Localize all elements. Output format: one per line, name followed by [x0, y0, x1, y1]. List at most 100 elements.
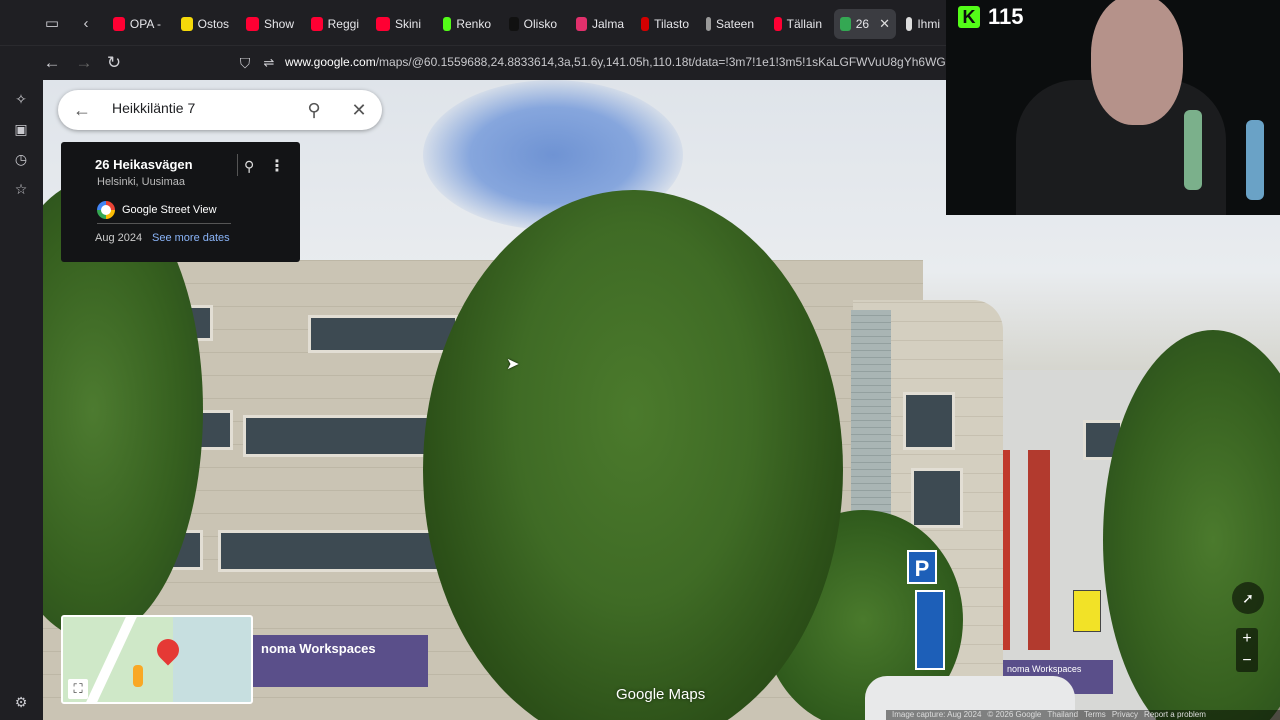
maps-search-box: ← ⚲ ✕	[58, 90, 382, 130]
tab-label: Ostos	[197, 17, 229, 31]
youtube-icon	[246, 17, 259, 31]
settings-gear-icon[interactable]: ⚙	[10, 691, 32, 713]
tab-label: Reggi	[327, 17, 359, 31]
tab-label: Ihmi	[917, 17, 940, 31]
zoom-controls: + −	[1236, 628, 1258, 672]
youtube-icon	[311, 17, 323, 31]
search-input[interactable]	[112, 100, 292, 116]
aria-ai-icon[interactable]: ✧	[10, 88, 32, 110]
tiktok-icon	[509, 17, 519, 31]
il-icon	[641, 17, 650, 31]
webcam-overlay	[946, 0, 1280, 215]
browser-tab[interactable]: Reggi	[305, 9, 365, 39]
window	[911, 468, 963, 528]
browser-tab[interactable]: Renko	[437, 9, 497, 39]
wallet-icon[interactable]: ▣	[10, 118, 32, 140]
window	[903, 392, 955, 450]
back-arrow-icon[interactable]: ←	[70, 98, 94, 122]
tabs-scroll-left-icon[interactable]: ‹	[74, 12, 98, 36]
more-options-icon[interactable]: ⋮	[269, 156, 285, 176]
tab-label: 26	[855, 17, 870, 31]
zoom-in-button[interactable]: +	[1236, 628, 1258, 650]
footer-item[interactable]: Privacy	[1112, 710, 1138, 719]
building-banner: noma Workspaces	[253, 635, 428, 687]
tab-label: OPA -	[129, 17, 161, 31]
site-security-icon[interactable]: ⛉	[233, 51, 257, 75]
google-maps-logo: Google Maps	[616, 686, 706, 703]
bookmarks-icon[interactable]: ☆	[10, 178, 32, 200]
reload-icon[interactable]: ↻	[102, 51, 126, 75]
map-footer: Image capture: Aug 2024 © 2026 Google Thai…	[886, 710, 1280, 720]
instagram-icon	[576, 17, 587, 31]
parking-sign: P	[907, 550, 937, 584]
browser-tab[interactable]: 26 ✕	[834, 9, 896, 39]
kick-logo-icon: K	[958, 6, 980, 28]
youtube-icon	[774, 17, 782, 31]
lightning-icon	[181, 17, 193, 31]
footer-item: © 2026 Google	[987, 710, 1042, 719]
building-facade-red	[1028, 450, 1050, 650]
kick-icon	[443, 17, 452, 31]
tab-label: Tällain	[786, 17, 822, 31]
browser-tab[interactable]: Tilasto	[635, 9, 695, 39]
yellow-sign	[1073, 590, 1101, 632]
leaf-icon	[706, 17, 711, 31]
globe-icon	[906, 17, 913, 31]
parking-info-sign	[915, 590, 945, 670]
site-settings-icon[interactable]: ⇌	[257, 51, 281, 75]
browser-sidebar: ✧ ▣ ◷ ☆ ⚙	[0, 46, 43, 720]
expand-map-icon[interactable]: ⛶	[68, 679, 88, 699]
close-tab-icon[interactable]: ✕	[879, 16, 890, 32]
street-view-source: Google Street View	[97, 196, 231, 224]
see-more-dates-link[interactable]: See more dates	[152, 232, 230, 244]
back-icon[interactable]: ←	[40, 51, 64, 75]
footer-item: Image capture: Aug 2024	[892, 710, 982, 719]
footer-item[interactable]: Report a problem	[1144, 710, 1206, 719]
address-bar: ▤ ← → ↻ ⛉ ⇌ www.google.com/maps/@60.1559…	[0, 46, 946, 80]
compass-icon[interactable]: ➚	[1232, 582, 1264, 614]
footer-item[interactable]: Thailand	[1047, 710, 1078, 719]
history-icon[interactable]: ◷	[10, 148, 32, 170]
tab-label: Sateen	[715, 17, 754, 31]
close-icon[interactable]: ✕	[347, 98, 371, 122]
browser-tab[interactable]: Jalma	[570, 9, 630, 39]
window	[308, 315, 458, 353]
capture-date: Aug 2024	[95, 232, 143, 244]
bottle	[1184, 110, 1202, 190]
browser-tab[interactable]: Olisko	[503, 9, 563, 39]
place-title: 26 Heikasvägen	[95, 157, 193, 172]
tree	[423, 190, 843, 720]
google-logo-icon	[97, 200, 115, 219]
browser-tab[interactable]: Skini	[370, 9, 430, 39]
viewer-count: 115	[988, 4, 1024, 29]
url-field[interactable]: www.google.com/maps/@60.1559688,24.88336…	[285, 55, 945, 69]
street-view-info-card: 26 Heikasvägen Helsinki, Uusimaa ⚲ ⋮ Goo…	[61, 142, 300, 262]
streamer-head	[1091, 0, 1183, 125]
place-subtitle: Helsinki, Uusimaa	[97, 176, 186, 188]
browser-tab[interactable]: Sateen	[700, 9, 760, 39]
youtube-icon	[376, 17, 390, 31]
divider	[237, 154, 238, 176]
tab-overview-icon[interactable]: ▭	[40, 12, 64, 36]
zoom-out-button[interactable]: −	[1236, 650, 1258, 672]
tab-label: Renko	[456, 17, 491, 31]
forward-icon[interactable]: →	[72, 51, 96, 75]
viewer-count-badge: K 115	[958, 4, 1024, 30]
tab-label: Show	[263, 17, 294, 31]
tab-label: Skini	[395, 17, 422, 31]
browser-tab[interactable]: OPA -	[107, 9, 167, 39]
search-icon[interactable]: ⚲	[302, 98, 326, 122]
tab-label: Olisko	[523, 17, 557, 31]
tab-label: Jalma	[591, 17, 624, 31]
browser-tab[interactable]: Tällain	[768, 9, 828, 39]
tab-label: Tilasto	[654, 17, 689, 31]
browser-tab[interactable]: Ihmi	[900, 9, 946, 39]
browser-tab[interactable]: Show	[240, 9, 300, 39]
bottle	[1246, 120, 1264, 200]
browser-tab[interactable]: Ostos	[175, 9, 235, 39]
maps-icon	[840, 17, 851, 31]
pegman-icon[interactable]	[133, 665, 143, 687]
footer-item[interactable]: Terms	[1084, 710, 1106, 719]
location-pin-icon[interactable]: ⚲	[244, 158, 258, 174]
minimap[interactable]: ⛶	[61, 615, 253, 704]
